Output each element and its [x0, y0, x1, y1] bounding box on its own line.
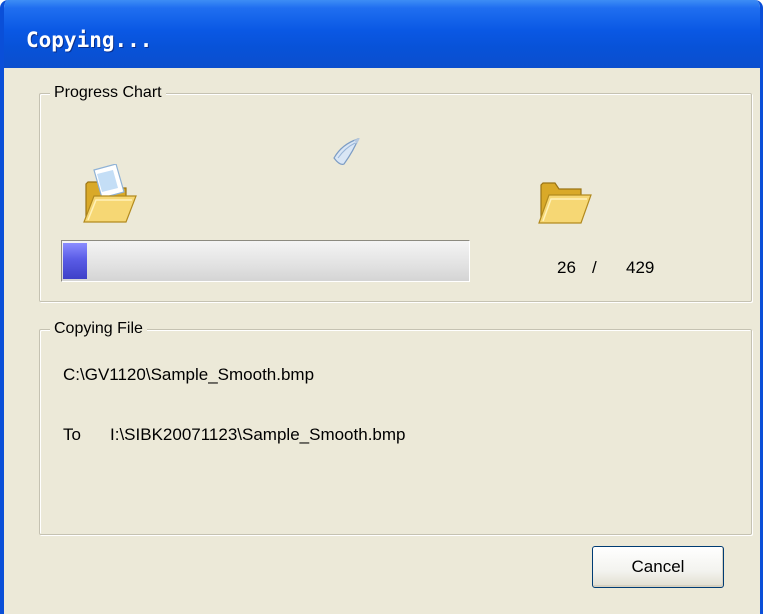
window-title: Copying... — [26, 28, 153, 52]
title-bar[interactable]: Copying... — [4, 0, 760, 68]
flying-document-icon — [330, 136, 364, 170]
to-label: To — [63, 425, 81, 444]
dialog-body: Progress Chart 26 / 429 Copying File C:\… — [4, 68, 760, 614]
copy-progress-bar — [61, 240, 470, 282]
progress-bar-fill — [63, 243, 87, 279]
files-copied-count: 26 — [557, 258, 576, 277]
open-folder-icon — [537, 177, 593, 227]
source-file-path: C:\GV1120\Sample_Smooth.bmp — [63, 365, 315, 384]
progress-chart-group: Progress Chart 26 / 429 — [39, 83, 752, 302]
files-total-count: 429 — [626, 258, 655, 277]
cancel-button[interactable]: Cancel — [592, 546, 724, 588]
open-folder-with-document-icon — [80, 163, 138, 226]
copying-file-label: Copying File — [50, 319, 147, 339]
progress-chart-label: Progress Chart — [50, 83, 166, 103]
destination-file-path: I:\SIBK20071123\Sample_Smooth.bmp — [110, 425, 406, 444]
copying-file-group: Copying File C:\GV1120\Sample_Smooth.bmp… — [39, 319, 752, 535]
copy-dialog-window: Copying... Progress Chart 26 / 429 Copyi… — [0, 0, 763, 614]
count-separator: / — [592, 258, 597, 277]
